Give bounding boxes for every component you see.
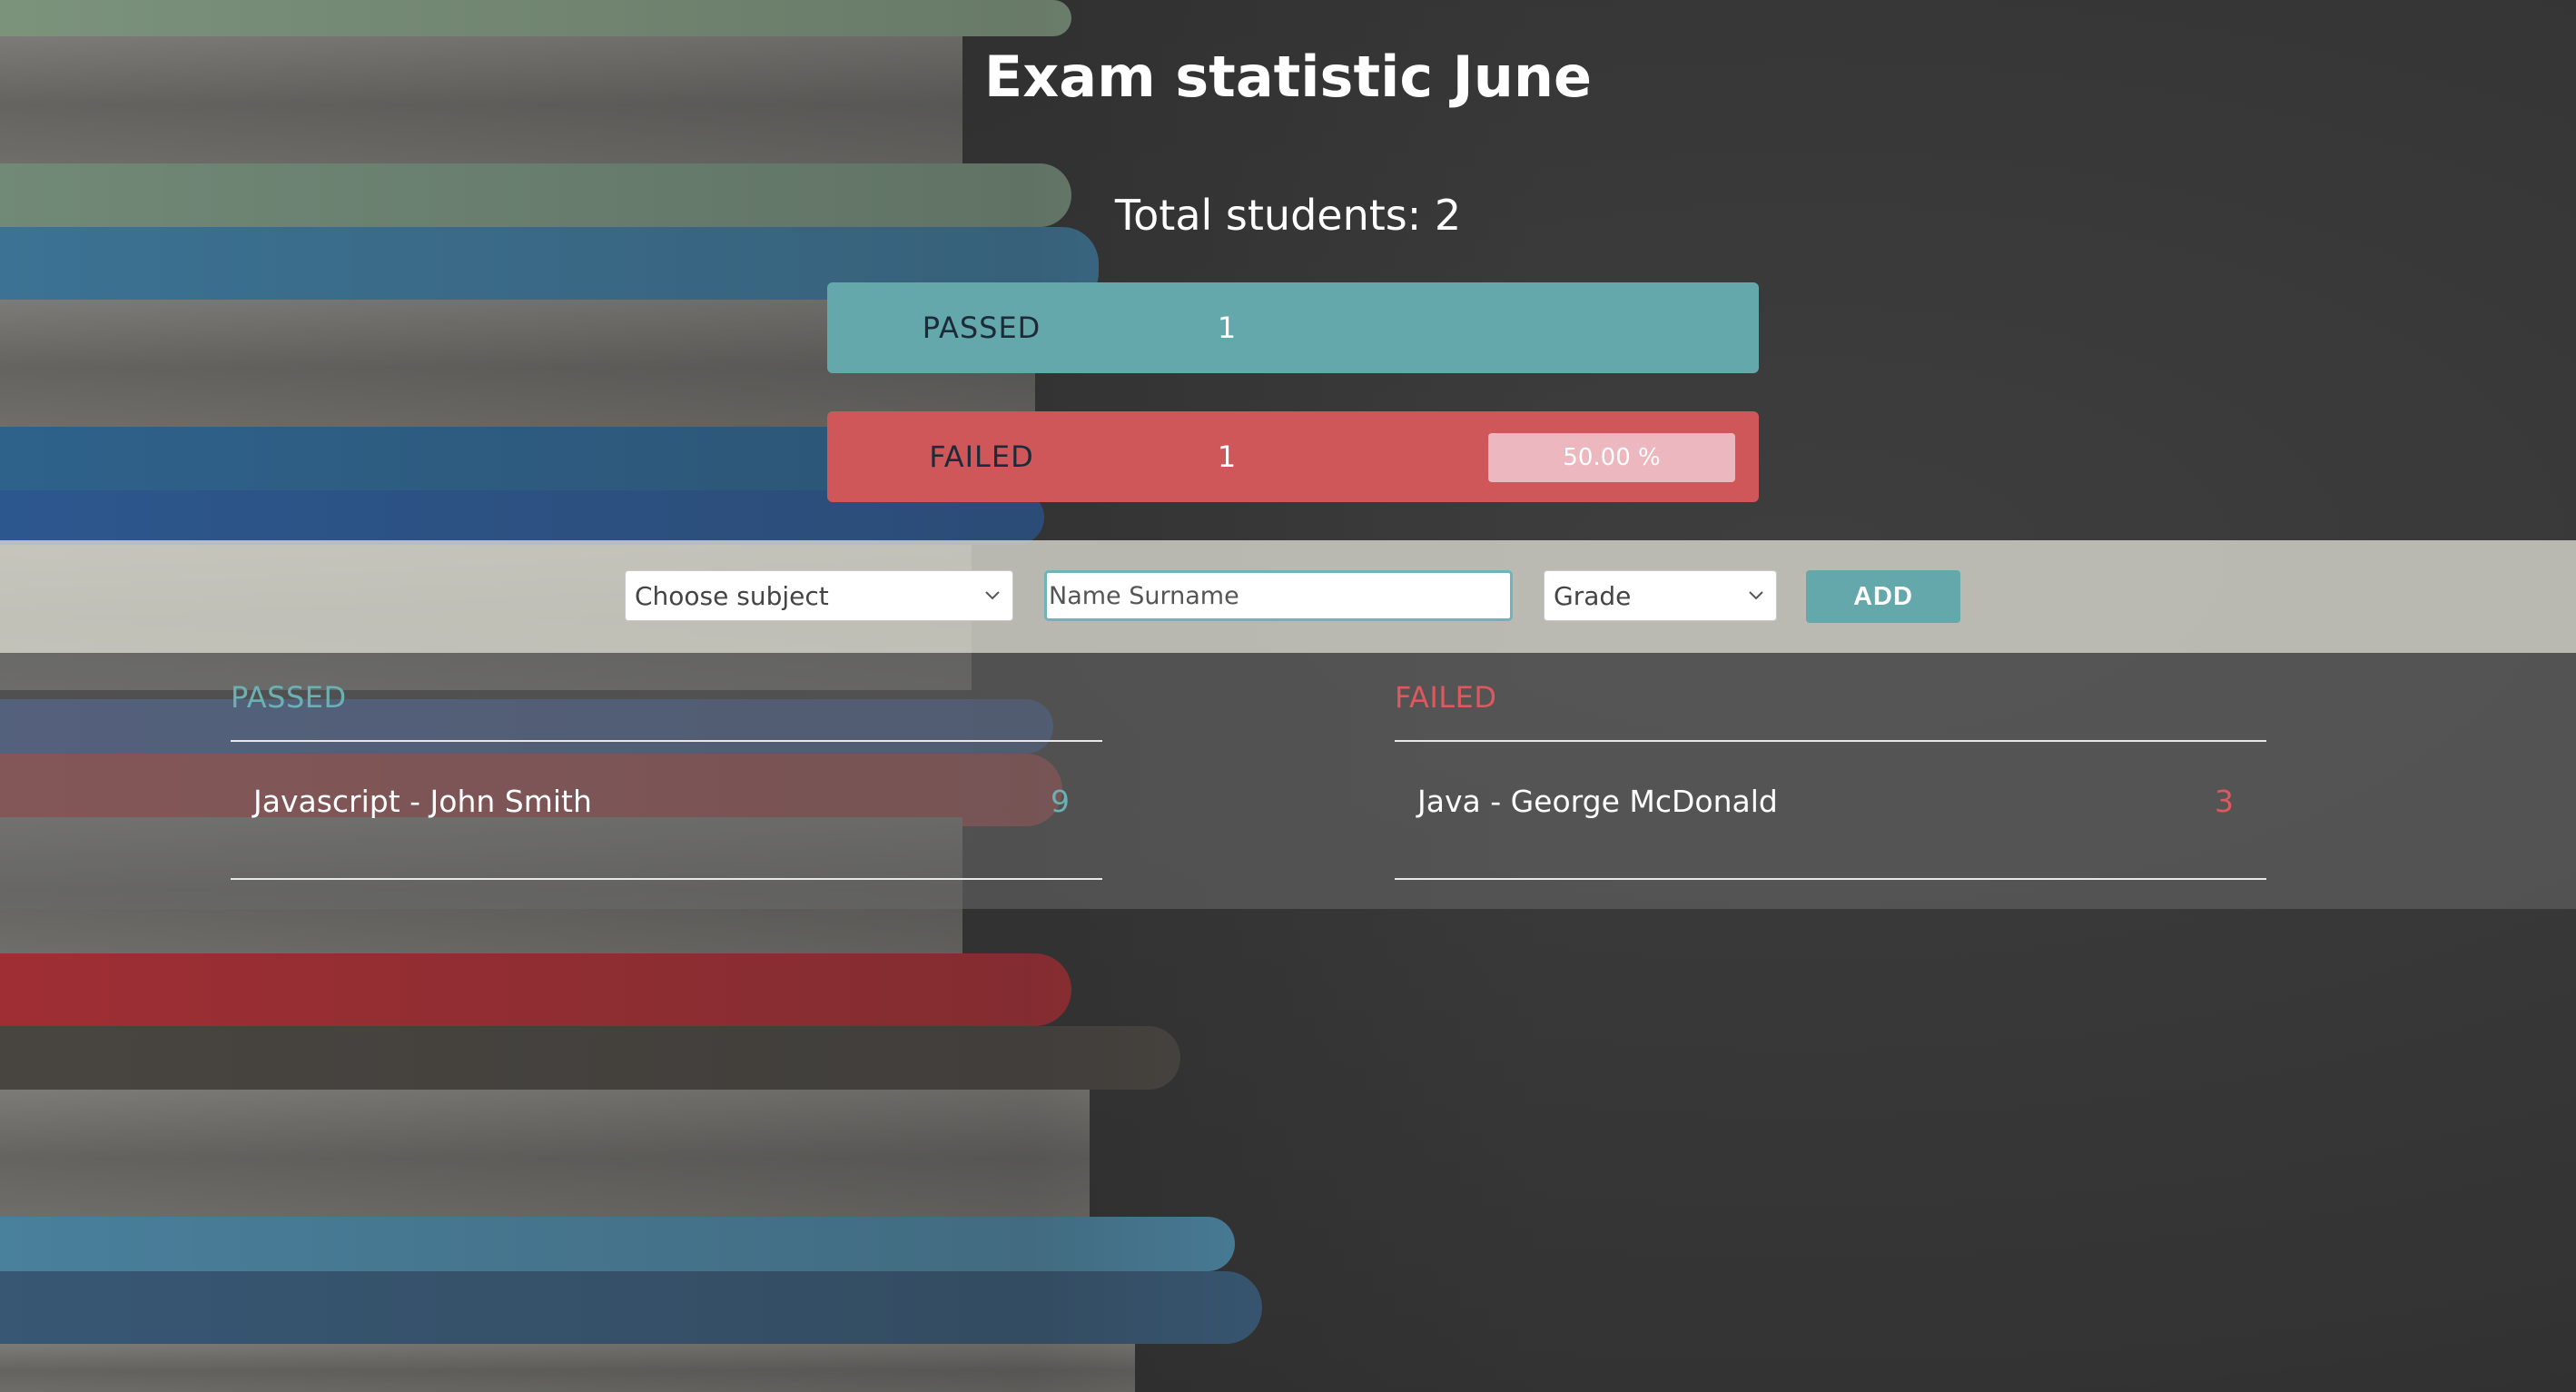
passed-list-heading: PASSED: [231, 680, 347, 715]
divider: [231, 878, 1102, 880]
add-student-form: Choose subject Grade ADD: [0, 540, 2576, 653]
name-surname-input[interactable]: [1044, 570, 1513, 621]
page-title: Exam statistic June: [983, 44, 1593, 110]
list-item: Java - George McDonald 3: [1395, 784, 2266, 829]
failed-stat-label: FAILED: [929, 439, 1034, 474]
student-subject-name: Java - George McDonald: [1417, 784, 1778, 819]
subject-select-value: Choose subject: [635, 580, 829, 611]
add-button[interactable]: ADD: [1806, 570, 1960, 623]
divider: [231, 740, 1102, 742]
failed-stat-bar: FAILED 1 50.00 %: [827, 411, 1759, 502]
failed-percent-badge: 50.00 %: [1488, 433, 1735, 482]
student-grade: 3: [2215, 784, 2234, 819]
divider: [1395, 878, 2266, 880]
passed-stat-label: PASSED: [922, 311, 1041, 345]
failed-stat-count: 1: [1217, 439, 1237, 474]
student-grade: 9: [1051, 784, 1070, 819]
failed-list-heading: FAILED: [1395, 680, 1497, 715]
divider: [1395, 740, 2266, 742]
chevron-down-icon: [1743, 582, 1769, 607]
chevron-down-icon: [980, 582, 1005, 607]
passed-stat-count: 1: [1217, 311, 1237, 345]
total-students: Total students: 2: [1114, 191, 1462, 240]
subject-select[interactable]: Choose subject: [625, 570, 1013, 621]
grade-select[interactable]: Grade: [1544, 570, 1777, 621]
grade-select-value: Grade: [1554, 580, 1632, 611]
list-item: Javascript - John Smith 9: [231, 784, 1102, 829]
student-subject-name: Javascript - John Smith: [253, 784, 592, 819]
results-panel: PASSED Javascript - John Smith 9 FAILED …: [0, 653, 2576, 909]
passed-stat-bar: PASSED 1: [827, 282, 1759, 373]
